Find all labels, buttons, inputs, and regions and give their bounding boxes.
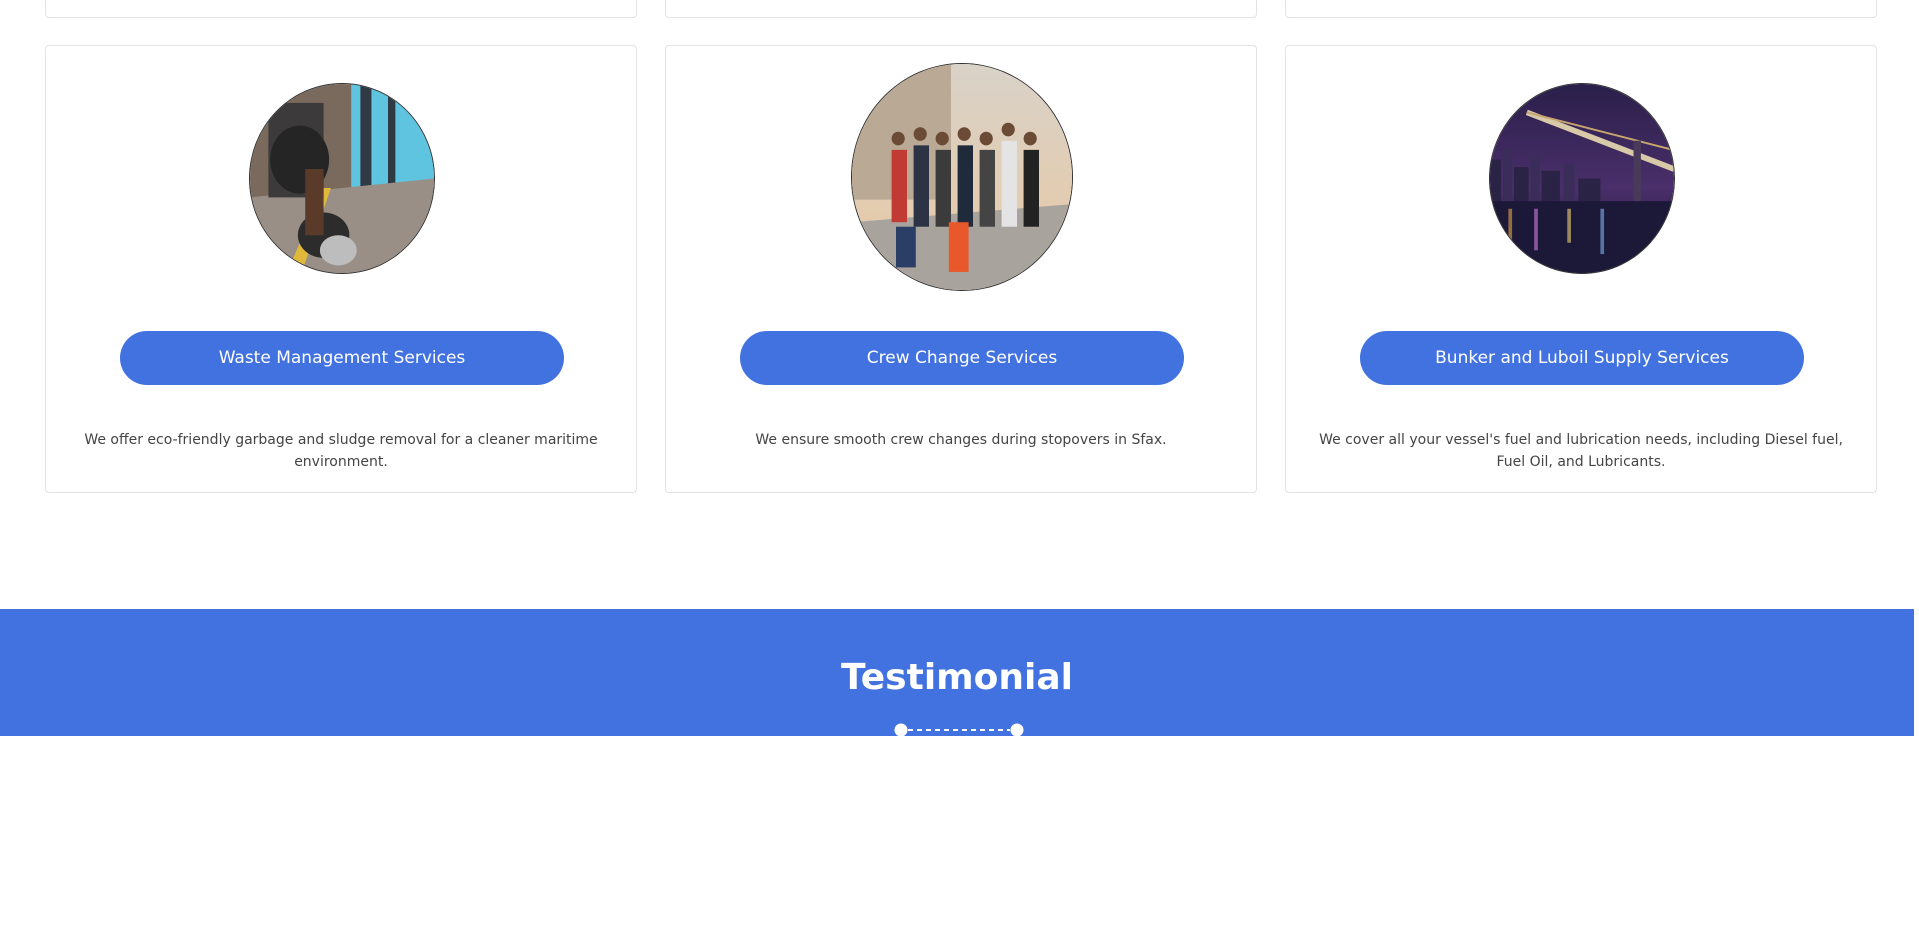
crew-change-button[interactable]: Crew Change Services [740,331,1184,385]
service-description: We cover all your vessel's fuel and lubr… [1319,432,1843,470]
service-card-crew-change: Crew Change Services We ensure smooth cr… [665,45,1257,493]
waste-management-photo [249,83,435,274]
crew-change-photo [851,63,1073,291]
bunker-luboil-button[interactable]: Bunker and Luboil Supply Services [1360,331,1804,385]
service-card-waste-management: Waste Management Services We offer eco-f… [45,45,637,493]
previous-service-card [665,0,1257,18]
previous-service-card [1285,0,1877,18]
city-bridge-photo [1489,83,1675,274]
testimonial-heading: Testimonial [840,657,1073,698]
service-card-bunker-luboil: Bunker and Luboil Supply Services We cov… [1285,45,1877,493]
service-description: We offer eco-friendly garbage and sludge… [84,432,598,470]
testimonial-section: Testimonial [0,609,1914,737]
previous-service-card [45,0,637,18]
title-divider-icon [894,723,1024,737]
waste-management-button[interactable]: Waste Management Services [120,331,564,385]
service-description: We ensure smooth crew changes during sto… [755,432,1167,448]
